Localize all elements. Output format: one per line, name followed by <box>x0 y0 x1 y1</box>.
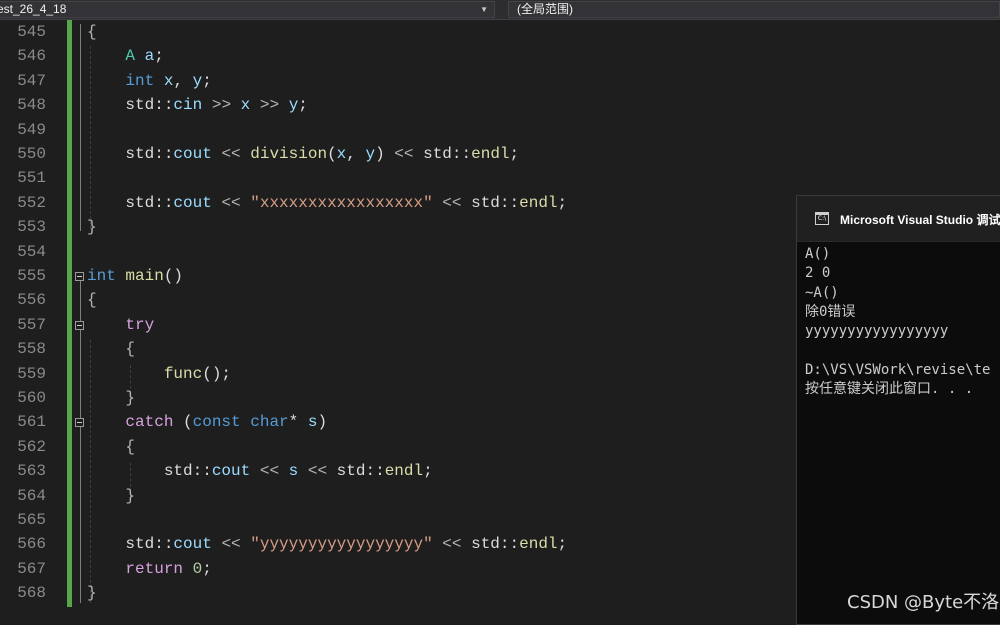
line-number: 565 <box>17 511 46 529</box>
code-line: 547 int x, y; <box>0 69 1000 93</box>
file-dropdown-value: est_26_4_18 <box>0 2 67 16</box>
line-number: 555 <box>17 267 46 285</box>
code-line: 550 std::cout << division(x, y) << std::… <box>0 142 1000 166</box>
code-line: 549 <box>0 118 1000 142</box>
line-number: 556 <box>17 291 46 310</box>
scope-dropdown[interactable]: (全局范围) <box>508 1 1000 18</box>
code-text: } <box>87 218 97 237</box>
code-text: { <box>87 291 97 310</box>
code-line: 546 A a; <box>0 44 1000 68</box>
line-number: 563 <box>17 462 46 481</box>
code-text: std::cin >> x >> y; <box>87 96 308 115</box>
line-number: 567 <box>17 559 46 578</box>
console-line: A() <box>805 246 831 262</box>
scope-dropdown-value: (全局范围) <box>517 2 573 16</box>
console-title: Microsoft Visual Studio 调试控 <box>840 213 1000 227</box>
line-number: 561 <box>17 413 46 432</box>
line-number: 551 <box>17 169 46 188</box>
code-text: std::cout << s << std::endl; <box>87 462 433 481</box>
line-number: 550 <box>17 145 46 163</box>
code-text: } <box>125 389 136 407</box>
code-text: } <box>125 486 136 505</box>
code-text: return 0; <box>125 559 212 578</box>
navigation-bar: est_26_4_18 ▼ (全局范围) <box>0 0 1000 20</box>
line-number: 553 <box>17 218 46 237</box>
line-number: 545 <box>17 23 46 41</box>
code-text: int x, y; <box>125 71 212 90</box>
file-dropdown[interactable]: est_26_4_18 ▼ <box>0 1 495 18</box>
code-line: 551 <box>0 166 1000 190</box>
code-line: 548 std::cin >> x >> y; <box>0 93 1000 117</box>
code-text: { <box>87 23 97 41</box>
string-literal: "xxxxxxxxxxxxxxxxx" <box>250 193 433 212</box>
console-line: yyyyyyyyyyyyyyyyy <box>805 323 949 340</box>
line-number: 559 <box>17 364 46 383</box>
console-line: D:\VS\VSWork\revise\te <box>805 361 991 378</box>
line-number: 548 <box>17 96 46 115</box>
string-literal: "yyyyyyyyyyyyyyyyy" <box>250 535 433 554</box>
line-number: 568 <box>17 584 46 603</box>
console-line: 2 0 <box>805 265 831 282</box>
console-app-icon: C:\ <box>815 212 829 225</box>
watermark: CSDN @Byte不洛 <box>847 592 1000 613</box>
code-text: int main() <box>87 267 184 285</box>
console-line: ​ <box>805 341 990 360</box>
code-text: A a; <box>125 47 164 66</box>
code-text: { <box>125 340 136 359</box>
console-title-bar[interactable]: C:\ Microsoft Visual Studio 调试控 <box>797 196 1000 242</box>
code-text: func(); <box>163 364 232 383</box>
debug-console-window[interactable]: C:\ Microsoft Visual Studio 调试控 A() 2 0 ~A… <box>796 195 1000 625</box>
code-text: { <box>125 437 136 456</box>
console-output: A() 2 0 ~A() 除0错误 yyyyyyyyyyyyyyyyy​D:\VS\VS… <box>805 245 990 399</box>
line-number: 554 <box>17 242 46 261</box>
line-number: 566 <box>17 535 46 554</box>
line-number: 560 <box>17 389 46 407</box>
code-line: 545 { <box>0 20 1000 44</box>
line-number: 562 <box>17 437 46 456</box>
line-number: 546 <box>17 47 46 66</box>
code-text: std::cout << division(x, y) << std::endl… <box>87 145 520 163</box>
code-text: catch (const char* s) <box>125 413 328 432</box>
line-number: 558 <box>17 340 46 359</box>
line-number: 552 <box>17 193 46 212</box>
line-number: 557 <box>17 315 46 334</box>
console-line: ~A() <box>805 284 839 301</box>
line-number: 564 <box>17 486 46 505</box>
line-number: 547 <box>17 71 46 90</box>
code-text: } <box>87 584 97 603</box>
console-line: 除0错误 <box>805 303 856 320</box>
chevron-down-icon: ▼ <box>480 5 488 14</box>
line-number: 549 <box>17 120 46 139</box>
code-text: std::cout << "yyyyyyyyyyyyyyyyy" << std:… <box>87 535 568 554</box>
console-line: 按任意键关闭此窗口. . . <box>805 381 974 398</box>
code-text: try <box>125 315 155 334</box>
code-text: std::cout << "xxxxxxxxxxxxxxxxx" << std:… <box>87 193 568 212</box>
